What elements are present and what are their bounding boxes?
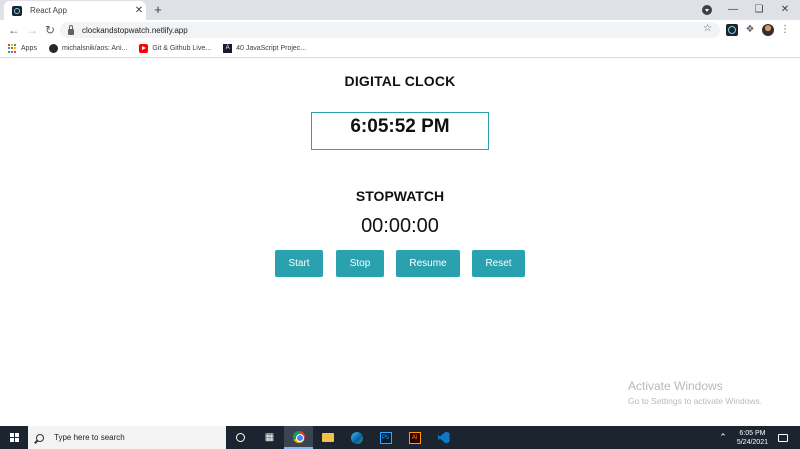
lock-icon — [68, 24, 74, 35]
bookmark-aos[interactable]: michalsnik/aos: Ani... — [48, 44, 128, 53]
task-view-icon: ▦ — [264, 432, 275, 443]
notification-icon[interactable] — [778, 433, 788, 442]
taskbar-search[interactable]: Type here to search — [28, 426, 226, 449]
taskbar-illustrator[interactable]: Ai — [400, 426, 429, 449]
watermark-title: Activate Windows — [628, 379, 723, 393]
url-text: clockandstopwatch.netlify.app — [82, 25, 188, 35]
minimize-button[interactable]: — — [720, 0, 746, 20]
search-icon — [36, 433, 44, 442]
chrome-icon — [292, 430, 305, 443]
browser-menu-icon[interactable]: ⋮ — [780, 24, 790, 36]
reload-button[interactable]: ↻ — [42, 22, 58, 38]
taskbar-edge[interactable] — [342, 426, 371, 449]
folder-icon — [321, 433, 334, 442]
stopwatch-title: STOPWATCH — [355, 188, 445, 204]
start-button[interactable] — [0, 426, 28, 449]
taskbar-chrome[interactable] — [284, 426, 313, 449]
bookmark-label: michalsnik/aos: Ani... — [61, 45, 128, 52]
taskbar-vscode[interactable] — [429, 426, 458, 449]
clock-time: 6:05:52 PM — [350, 116, 450, 137]
bookmark-label: Apps — [21, 45, 37, 52]
bookmark-label: 40 JavaScript Projec... — [236, 45, 307, 52]
react-devtools-icon[interactable] — [726, 24, 738, 36]
photoshop-icon: Ps — [379, 431, 392, 444]
address-bar[interactable]: clockandstopwatch.netlify.app ☆ — [60, 22, 720, 38]
stopwatch-time: 00:00:00 — [361, 215, 439, 237]
vscode-icon — [437, 431, 450, 444]
chevron-up-icon[interactable]: ⌃ — [719, 432, 727, 443]
github-icon — [48, 44, 58, 53]
edge-icon — [350, 431, 363, 444]
cortana-icon — [236, 433, 245, 442]
browser-tabstrip: React App ✕ + — ❏ ✕ — [0, 0, 800, 20]
tray-clock[interactable]: 6:05 PM 5/24/2021 — [737, 429, 768, 447]
tab-search-icon[interactable] — [702, 5, 712, 15]
forward-button[interactable]: → — [24, 22, 40, 38]
reset-button[interactable]: Reset — [472, 250, 525, 277]
tab-close-icon[interactable]: ✕ — [132, 5, 146, 16]
site-logo-icon: A — [223, 44, 233, 53]
bookmark-label: Git & Github Live... — [152, 45, 212, 52]
close-window-button[interactable]: ✕ — [772, 0, 798, 20]
clock-display: 6:05:52 PM — [311, 112, 489, 150]
bookmark-git-github[interactable]: Git & Github Live... — [139, 44, 211, 53]
task-view-button[interactable]: ▦ — [255, 426, 284, 449]
browser-toolbar: ← → ↻ clockandstopwatch.netlify.app ☆ ❖ … — [0, 20, 800, 40]
taskbar-file-explorer[interactable] — [313, 426, 342, 449]
windows-logo-icon — [9, 433, 19, 442]
resume-button[interactable]: Resume — [396, 250, 460, 277]
system-tray: ⌃ 6:05 PM 5/24/2021 — [719, 426, 800, 449]
tab-title: React App — [30, 6, 67, 15]
page-content: DIGITAL CLOCK 6:05:52 PM STOPWATCH 00:00… — [0, 59, 800, 426]
apps-grid-icon — [8, 44, 17, 53]
tray-time: 6:05 PM — [739, 429, 766, 437]
activate-windows-watermark: Activate Windows Go to Settings to activ… — [628, 379, 762, 406]
back-button[interactable]: ← — [6, 22, 22, 38]
browser-tab[interactable]: React App ✕ — [4, 1, 146, 20]
digital-clock-title: DIGITAL CLOCK — [344, 73, 456, 89]
bookmark-apps[interactable]: Apps — [8, 44, 37, 53]
stop-button[interactable]: Stop — [336, 250, 384, 277]
watermark-subtitle: Go to Settings to activate Windows. — [628, 396, 763, 406]
bookmarks-bar: Apps michalsnik/aos: Ani... Git & Github… — [0, 40, 800, 58]
restore-button[interactable]: ❏ — [746, 0, 772, 20]
react-favicon-icon — [12, 5, 22, 16]
bookmark-star-icon[interactable]: ☆ — [703, 23, 712, 34]
cortana-button[interactable] — [226, 426, 255, 449]
start-button[interactable]: Start — [275, 250, 323, 277]
extensions-puzzle-icon[interactable]: ❖ — [744, 24, 756, 36]
search-placeholder: Type here to search — [54, 433, 125, 442]
bookmark-40-js-projects[interactable]: A 40 JavaScript Projec... — [223, 44, 306, 53]
tray-date: 5/24/2021 — [736, 438, 768, 446]
youtube-icon — [139, 44, 149, 53]
new-tab-button[interactable]: + — [150, 2, 166, 18]
windows-taskbar: Type here to search ▦ Ps Ai ⌃ 6:05 PM 5/… — [0, 426, 800, 449]
taskbar-photoshop[interactable]: Ps — [371, 426, 400, 449]
profile-avatar[interactable] — [762, 24, 774, 36]
illustrator-icon: Ai — [408, 431, 421, 444]
